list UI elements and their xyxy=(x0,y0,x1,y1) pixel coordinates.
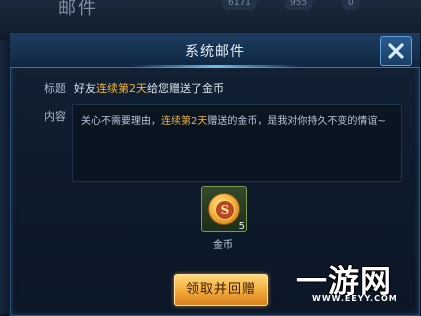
currency-pill-coupon: 0 xyxy=(342,0,360,10)
header-glow-line xyxy=(131,65,301,68)
content-suffix: 赠送的金币，是我对你持久不变的情谊~ xyxy=(207,116,386,127)
close-button[interactable] xyxy=(380,36,412,66)
claim-and-return-button[interactable]: 领取并回赠 xyxy=(174,274,268,306)
coin-emblem: S xyxy=(215,200,235,220)
dialog-header: 系统邮件 xyxy=(10,33,420,68)
currency-pill-gold: 6171 xyxy=(222,0,257,10)
background-title: 邮件 xyxy=(58,0,98,19)
currency-pill-diamond: 955 xyxy=(284,0,314,10)
close-x-icon xyxy=(387,42,405,60)
subject-text: 好友连续第2天给您赠送了金币 xyxy=(74,80,224,96)
watermark-url: WWW.EEYY.COM xyxy=(312,294,398,303)
content-text: 关心不需要理由，连续第2天赠送的金币，是我对你持久不变的情谊~ xyxy=(81,112,386,127)
subject-highlight: 连续第2天 xyxy=(96,82,147,95)
gold-coin-icon: S xyxy=(208,193,240,225)
dialog-title: 系统邮件 xyxy=(185,44,245,60)
content-highlight: 连续第2天 xyxy=(161,116,208,127)
subject-prefix: 好友 xyxy=(74,82,96,95)
subject-suffix: 给您赠送了金币 xyxy=(147,82,224,95)
subject-label: 标题 xyxy=(44,82,66,95)
site-watermark: 一游网 WWW.EEYY.COM xyxy=(296,256,418,308)
content-box: 关心不需要理由，连续第2天赠送的金币，是我对你持久不变的情谊~ xyxy=(72,104,402,182)
attachment-name: 金币 xyxy=(213,240,233,251)
content-prefix: 关心不需要理由， xyxy=(81,116,161,127)
attachment-slot[interactable]: S 5 xyxy=(201,186,247,232)
content-label: 内容 xyxy=(44,110,66,123)
attachment-quantity: 5 xyxy=(238,221,245,232)
